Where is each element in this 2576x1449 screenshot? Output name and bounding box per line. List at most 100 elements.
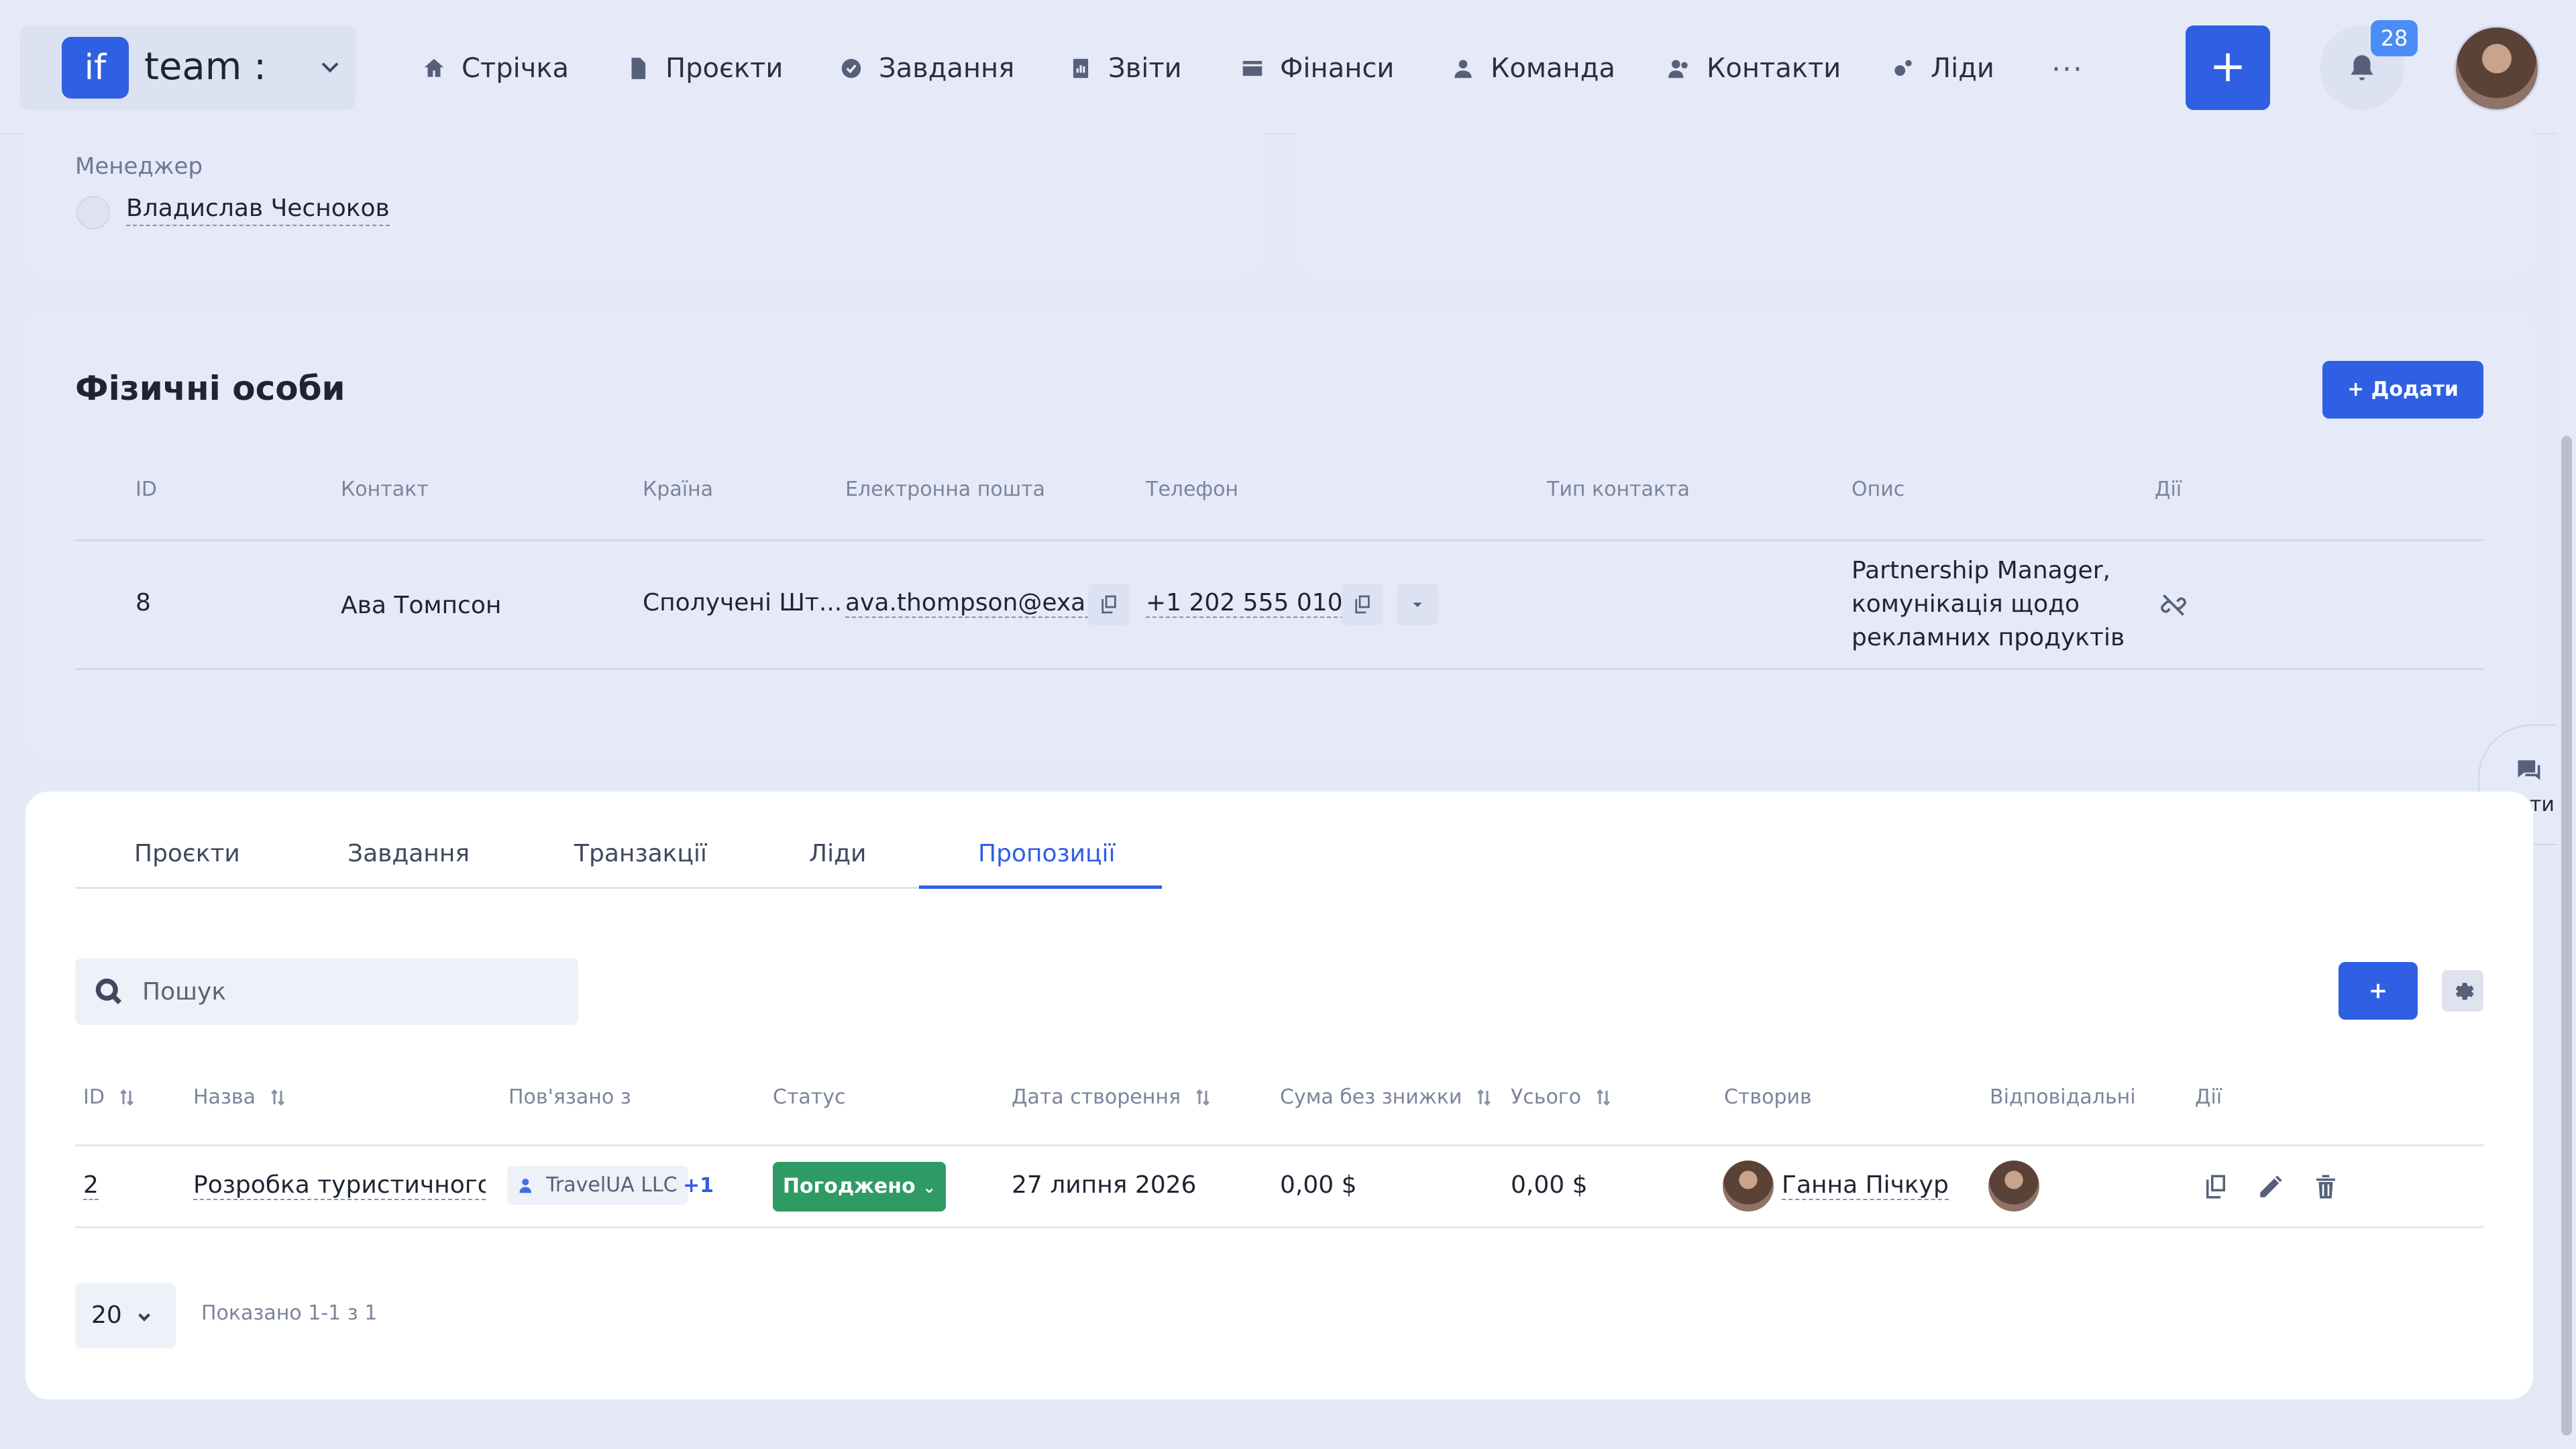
creator-avatar <box>1723 1161 1774 1212</box>
manager-label: Менеджер <box>75 153 203 180</box>
sort-icon <box>1196 1089 1210 1106</box>
wallet-icon <box>1242 60 1263 76</box>
linked-more-count[interactable]: +1 <box>683 1174 714 1197</box>
delete-offer-button[interactable] <box>2312 1173 2340 1203</box>
tab-leads[interactable]: Ліди <box>809 840 866 867</box>
offer-created-date: 27 липня 2026 <box>1012 1171 1197 1199</box>
leads-icon <box>1894 60 1912 76</box>
gear-icon <box>2455 983 2474 1000</box>
copy-icon <box>1355 595 1370 614</box>
column-header-id[interactable]: ID <box>83 1085 137 1109</box>
nav-label: Команда <box>1491 53 1615 84</box>
individuals-card <box>25 310 2533 758</box>
check-circle-icon <box>841 58 861 78</box>
add-offer-button[interactable]: + <box>2339 962 2418 1020</box>
column-header-email: Електронна пошта <box>845 478 1046 501</box>
column-header-phone: Телефон <box>1146 478 1239 501</box>
column-header-responsible: Відповідальні <box>1990 1085 2136 1109</box>
offer-name-link[interactable]: Розробка туристичного ве <box>193 1171 486 1200</box>
document-icon <box>631 58 646 79</box>
column-header-name[interactable]: Назва <box>193 1085 288 1109</box>
column-header-total[interactable]: Усього <box>1511 1085 1613 1109</box>
active-tab-indicator <box>919 885 1162 889</box>
column-header-actions: Дії <box>2195 1085 2222 1109</box>
related-items-card <box>25 792 2533 1399</box>
nav-team[interactable]: Команда <box>1450 47 1615 90</box>
chevron-down-icon <box>321 62 339 73</box>
unlink-button[interactable] <box>2159 590 2188 620</box>
phone-options-dropdown[interactable] <box>1397 584 1438 625</box>
column-header-sum[interactable]: Сума без знижки <box>1280 1085 1494 1109</box>
divider <box>75 539 2483 541</box>
offer-sum: 0,00 $ <box>1280 1171 1357 1199</box>
nav-reports[interactable]: Звіти <box>1068 47 1182 90</box>
brand-logo: if <box>62 37 129 99</box>
column-header-contact: Контакт <box>341 478 429 501</box>
sort-icon <box>271 1089 284 1106</box>
divider <box>75 1226 2483 1228</box>
tab-offers[interactable]: Пропозиції <box>978 840 1116 867</box>
pagination-info: Показано 1-1 з 1 <box>201 1301 378 1325</box>
nav-projects[interactable]: Проєкти <box>625 47 783 90</box>
home-icon <box>424 58 444 77</box>
responsible-avatar[interactable] <box>1988 1161 2039 1212</box>
nav-finance[interactable]: Фінанси <box>1240 47 1394 90</box>
nav-label: Контакти <box>1707 53 1841 84</box>
creator-name-link[interactable]: Ганна Пічкур <box>1782 1171 1949 1200</box>
search-box <box>75 958 578 1025</box>
copy-phone-button[interactable] <box>1342 584 1383 625</box>
status-dropdown[interactable]: Погоджено ⌄ <box>773 1162 946 1212</box>
table-settings-button[interactable] <box>2442 970 2483 1012</box>
column-header-label: ID <box>83 1085 105 1109</box>
person-icon <box>1454 60 1472 78</box>
page-size-value: 20 <box>91 1301 122 1329</box>
nav-label: Завдання <box>879 53 1015 84</box>
person-phone-link[interactable]: +1 202 555 0108 <box>1146 589 1358 618</box>
sort-icon <box>1597 1089 1610 1106</box>
copy-icon <box>1102 595 1116 614</box>
chevron-down-icon: ⌄ <box>922 1178 936 1197</box>
trash-icon <box>2316 1175 2335 1199</box>
column-header-id: ID <box>136 478 157 501</box>
create-button[interactable]: + <box>2186 25 2270 110</box>
notification-count-badge: 28 <box>2371 20 2418 56</box>
column-header-linked: Пов'язано з <box>508 1085 631 1109</box>
search-icon <box>95 978 122 1005</box>
person-icon <box>519 1179 531 1193</box>
tab-transactions[interactable]: Транзакції <box>574 840 707 867</box>
search-input[interactable] <box>142 958 558 1025</box>
column-header-label: Дата створення <box>1012 1085 1181 1109</box>
page-size-select[interactable]: 20 <box>75 1283 176 1348</box>
bell-icon <box>2351 55 2373 80</box>
tab-projects[interactable]: Проєкти <box>134 840 240 867</box>
scrollbar-thumb[interactable] <box>2561 436 2572 1436</box>
info-card <box>1296 121 2533 276</box>
add-individual-button[interactable]: + Додати <box>2322 361 2483 419</box>
nav-more-button[interactable]: ··· <box>2051 52 2084 87</box>
divider <box>75 1144 2483 1146</box>
offer-total: 0,00 $ <box>1511 1171 1588 1199</box>
nav-feed[interactable]: Стрічка <box>421 47 569 90</box>
column-header-status: Статус <box>773 1085 846 1109</box>
column-header-contact-type: Тип контакта <box>1547 478 1690 501</box>
nav-tasks[interactable]: Завдання <box>839 47 1014 90</box>
person-country: Сполучені Шт... <box>643 589 843 616</box>
manager-name-link[interactable]: Владислав Чесноков <box>126 195 390 226</box>
workspace-name: team : <box>144 45 266 89</box>
nav-leads[interactable]: Ліди <box>1890 47 1994 90</box>
edit-offer-button[interactable] <box>2257 1173 2285 1203</box>
chevron-down-icon <box>138 1313 151 1322</box>
workspace-switcher[interactable]: if team : <box>20 25 356 110</box>
tab-tasks[interactable]: Завдання <box>347 840 470 867</box>
user-avatar[interactable] <box>2454 25 2540 111</box>
person-email-link[interactable]: ava.thompson@exa... <box>845 589 1109 618</box>
column-header-label: Усього <box>1511 1085 1581 1109</box>
column-header-created[interactable]: Дата створення <box>1012 1085 1213 1109</box>
offer-id-link[interactable]: 2 <box>83 1171 99 1200</box>
nav-contacts[interactable]: Контакти <box>1666 47 1841 90</box>
duplicate-offer-button[interactable] <box>2202 1173 2230 1203</box>
copy-email-button[interactable] <box>1088 584 1130 625</box>
linked-entity-chip[interactable]: TravelUA LLC <box>507 1166 688 1205</box>
linked-entity-label: TravelUA LLC <box>546 1173 678 1197</box>
chat-icon <box>2518 760 2540 780</box>
